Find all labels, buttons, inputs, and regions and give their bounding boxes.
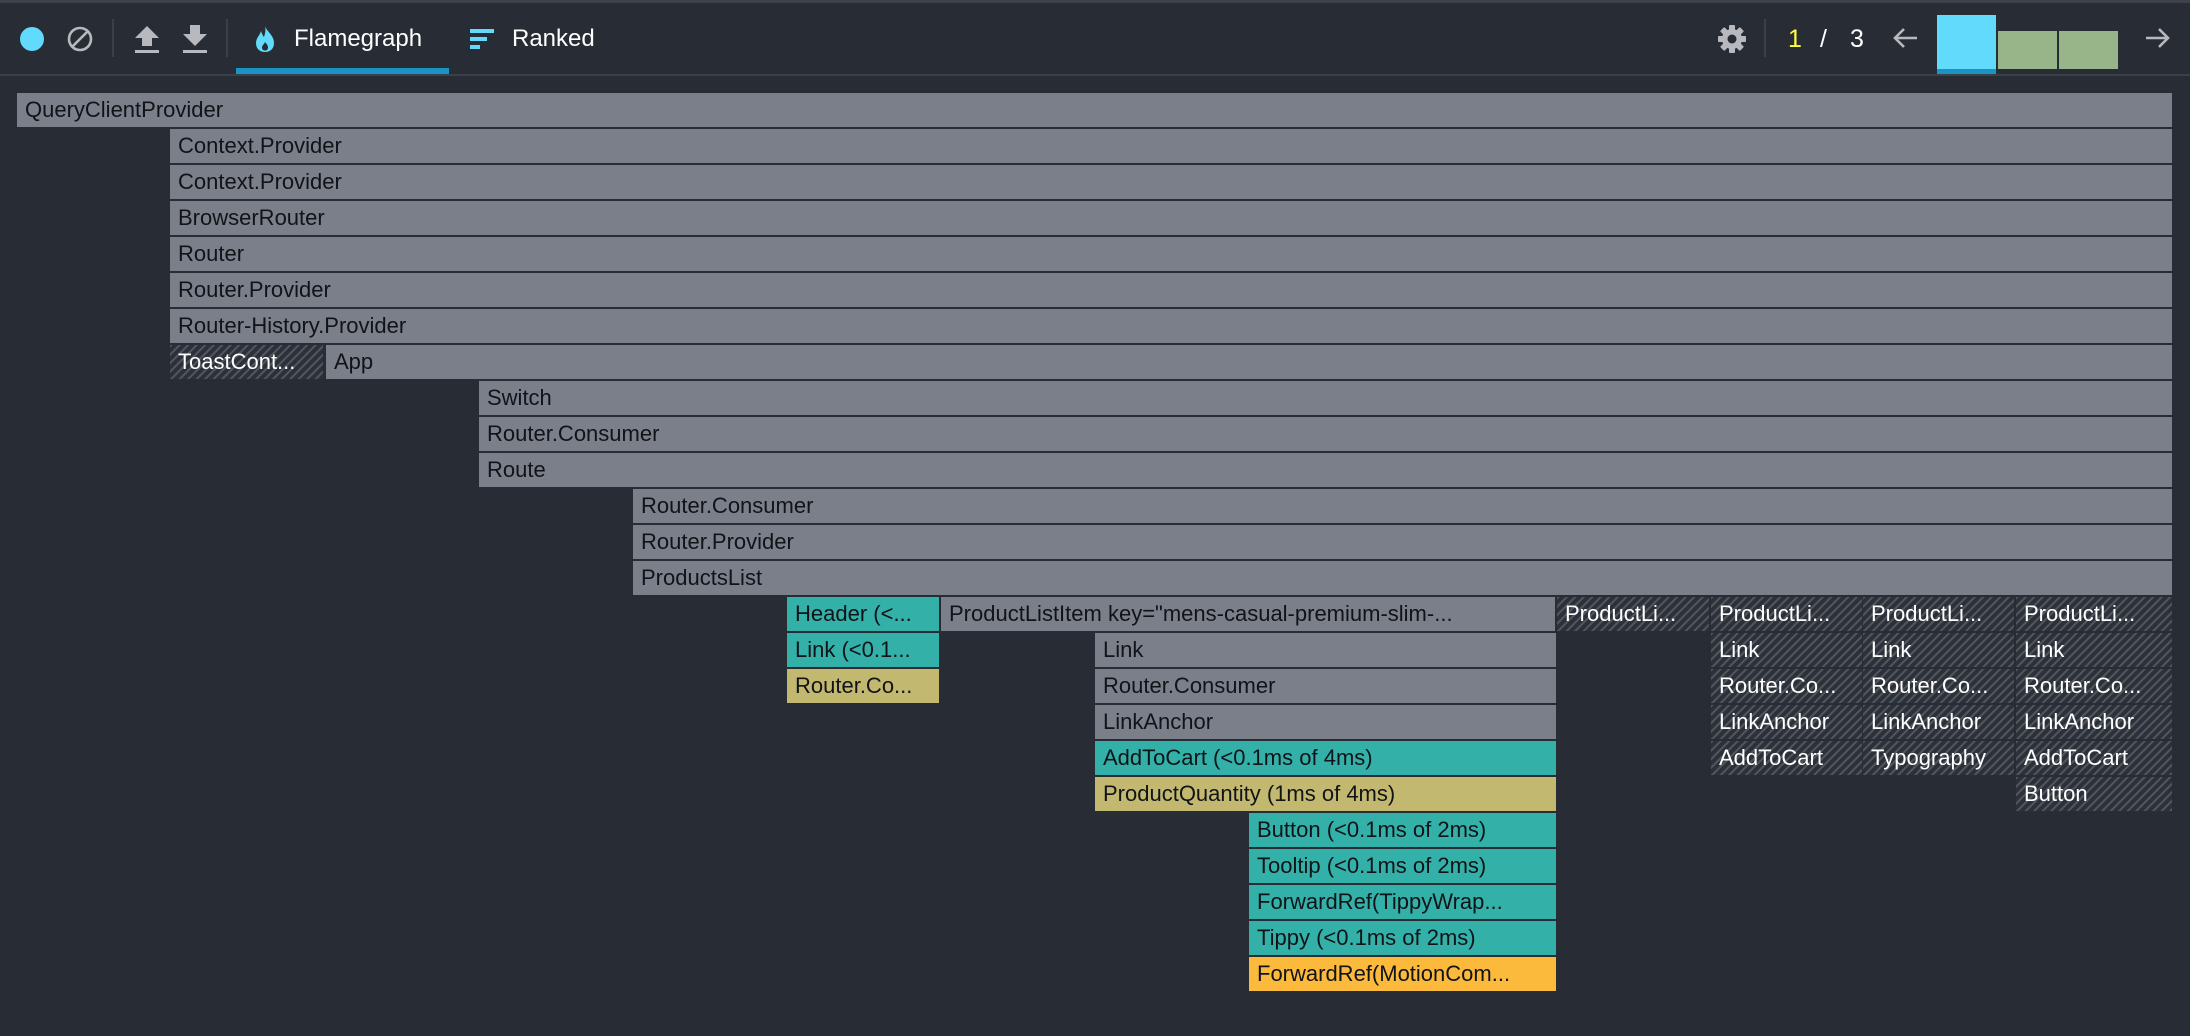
flamegraph-node[interactable]: Router.Consumer — [1095, 669, 1556, 703]
flamegraph-node[interactable]: Link (<0.1... — [787, 633, 939, 667]
flamegraph-node[interactable]: Router.Co... — [2016, 669, 2172, 703]
flamegraph-node[interactable]: App — [326, 345, 2172, 379]
flamegraph-node[interactable]: AddToCart (<0.1ms of 4ms) — [1095, 741, 1556, 775]
flamegraph-node[interactable]: Button (<0.1ms of 2ms) — [1249, 813, 1556, 847]
flamegraph-node[interactable]: LinkAnchor — [1095, 705, 1556, 739]
flamegraph-node[interactable]: ToastCont... — [170, 345, 323, 379]
flamegraph-node[interactable]: ProductLi... — [2016, 597, 2172, 631]
flamegraph-node[interactable]: ProductLi... — [1863, 597, 2014, 631]
flamegraph-node[interactable]: ProductLi... — [1557, 597, 1709, 631]
flamegraph-node[interactable]: Button — [2016, 777, 2172, 811]
flamegraph-node[interactable]: Router.Provider — [170, 273, 2172, 307]
flamegraph-node[interactable]: LinkAnchor — [2016, 705, 2172, 739]
flamegraph-node[interactable]: Tippy (<0.1ms of 2ms) — [1249, 921, 1556, 955]
flamegraph-node[interactable]: AddToCart — [1711, 741, 1862, 775]
flamegraph-node[interactable]: ForwardRef(TippyWrap... — [1249, 885, 1556, 919]
flamegraph-node[interactable]: Router.Co... — [787, 669, 939, 703]
flamegraph-node[interactable]: ProductsList — [633, 561, 2172, 595]
flamegraph-node[interactable]: Router — [170, 237, 2172, 271]
flamegraph-node[interactable]: Switch — [479, 381, 2172, 415]
flamegraph-node[interactable]: Link — [1095, 633, 1556, 667]
flamegraph-node[interactable]: LinkAnchor — [1711, 705, 1862, 739]
flamegraph-node[interactable]: ProductQuantity (1ms of 4ms) — [1095, 777, 1556, 811]
flamegraph-node[interactable]: LinkAnchor — [1863, 705, 2014, 739]
flamegraph-node[interactable]: Route — [479, 453, 2172, 487]
flamegraph-node[interactable]: Typography — [1863, 741, 2014, 775]
flamegraph-node[interactable]: AddToCart — [2016, 741, 2172, 775]
flamegraph-node[interactable]: Tooltip (<0.1ms of 2ms) — [1249, 849, 1556, 883]
flamegraph-node[interactable]: QueryClientProvider — [17, 93, 2172, 127]
flamegraph-node[interactable]: BrowserRouter — [170, 201, 2172, 235]
flamegraph-node[interactable]: Router.Provider — [633, 525, 2172, 559]
flamegraph-chart: QueryClientProvider Context.Provider Conte… — [0, 0, 2190, 1036]
flamegraph-node[interactable]: Link — [2016, 633, 2172, 667]
flamegraph-node[interactable]: Context.Provider — [170, 165, 2172, 199]
flamegraph-node[interactable]: Context.Provider — [170, 129, 2172, 163]
flamegraph-node[interactable]: ProductLi... — [1711, 597, 1862, 631]
flamegraph-node[interactable]: ProductListItem key="mens-casual-premium… — [941, 597, 1555, 631]
flamegraph-node[interactable]: Router.Consumer — [633, 489, 2172, 523]
flamegraph-node[interactable]: Router.Co... — [1863, 669, 2014, 703]
flamegraph-node[interactable]: ForwardRef(MotionCom... — [1249, 957, 1556, 991]
flamegraph-node[interactable]: Link — [1711, 633, 1862, 667]
flamegraph-node[interactable]: Link — [1863, 633, 2014, 667]
flamegraph-node[interactable]: Router.Consumer — [479, 417, 2172, 451]
flamegraph-node[interactable]: Router-History.Provider — [170, 309, 2172, 343]
flamegraph-node[interactable]: Router.Co... — [1711, 669, 1862, 703]
flamegraph-node[interactable]: Header (<... — [787, 597, 939, 631]
